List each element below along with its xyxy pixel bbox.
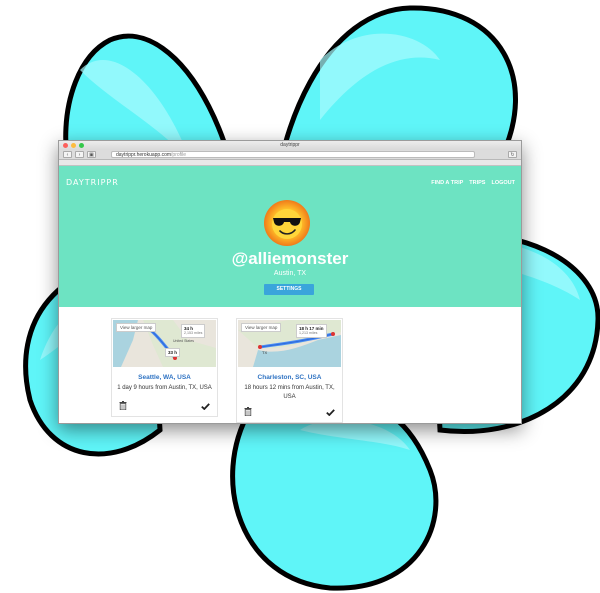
nav-find-a-trip[interactable]: FIND A TRIP — [431, 180, 463, 186]
route-duration-badge: 34 h 2,153 miles — [181, 324, 206, 338]
profile-header: DAYTRIPPR FIND A TRIP TRIPS LOGOUT @alli… — [59, 166, 521, 307]
url-host: daytrippr.herokuapp.com — [116, 152, 172, 158]
settings-button[interactable]: SETTINGS — [264, 284, 314, 295]
top-nav: FIND A TRIP TRIPS LOGOUT — [431, 180, 515, 186]
window-controls — [63, 143, 84, 148]
profile-location: Austin, TX — [273, 270, 307, 277]
trip-map[interactable]: TX View larger map 18 h 17 min 1,213 mil… — [238, 320, 341, 367]
svg-text:TX: TX — [262, 350, 267, 355]
route-distance: 2,153 miles — [184, 331, 203, 335]
browser-titlebar: daytrippr — [59, 141, 521, 150]
nav-logout[interactable]: LOGOUT — [491, 180, 515, 186]
sunglasses-sun-avatar — [264, 200, 310, 246]
route-distance: 1,213 miles — [299, 331, 318, 335]
minimize-window-button[interactable] — [71, 143, 76, 148]
window-title: daytrippr — [280, 142, 300, 148]
check-icon[interactable] — [201, 403, 210, 410]
forward-button[interactable]: › — [75, 151, 84, 158]
close-window-button[interactable] — [63, 143, 68, 148]
address-bar[interactable]: daytrippr.herokuapp.com/profile — [111, 151, 475, 158]
nav-trips[interactable]: TRIPS — [469, 180, 485, 186]
trash-icon[interactable] — [244, 407, 252, 416]
svg-text:United States: United States — [173, 339, 194, 343]
trip-card: TX View larger map 18 h 17 min 1,213 mil… — [236, 318, 343, 423]
trash-icon[interactable] — [119, 401, 127, 410]
profile-username: @alliemonster — [231, 249, 349, 268]
browser-window: daytrippr ‹ › ▣ daytrippr.herokuapp.com/… — [58, 140, 522, 424]
check-icon[interactable] — [326, 409, 335, 416]
trip-duration-text: 1 day 9 hours from Austin, TX, USA — [117, 385, 212, 391]
browser-toolbar: ‹ › ▣ daytrippr.herokuapp.com/profile ↻ — [59, 150, 521, 160]
trip-duration-text: 18 hours 12 mins from Austin, TX, USA — [244, 385, 335, 400]
avatar — [263, 199, 311, 247]
route-duration-badge: 18 h 17 min 1,213 miles — [296, 324, 327, 338]
logo[interactable]: DAYTRIPPR — [66, 178, 119, 187]
view-larger-map-link[interactable]: View larger map — [241, 323, 282, 332]
trip-destination-link[interactable]: Charleston, SC, USA — [237, 374, 342, 381]
trip-map[interactable]: United States View larger map 34 h 2,153… — [113, 320, 216, 367]
maximize-window-button[interactable] — [79, 143, 84, 148]
reload-button[interactable]: ↻ — [508, 151, 517, 158]
route-alt-duration-badge: 33 h — [165, 348, 181, 357]
trips-list: United States View larger map 34 h 2,153… — [59, 307, 521, 423]
trip-card: United States View larger map 34 h 2,153… — [111, 318, 218, 417]
sidebar-toggle-button[interactable]: ▣ — [87, 151, 96, 158]
trip-destination-link[interactable]: Seattle, WA, USA — [112, 374, 217, 381]
view-larger-map-link[interactable]: View larger map — [116, 323, 157, 332]
url-path: /profile — [171, 152, 187, 158]
route-alt-duration: 33 h — [168, 350, 178, 355]
back-button[interactable]: ‹ — [63, 151, 72, 158]
